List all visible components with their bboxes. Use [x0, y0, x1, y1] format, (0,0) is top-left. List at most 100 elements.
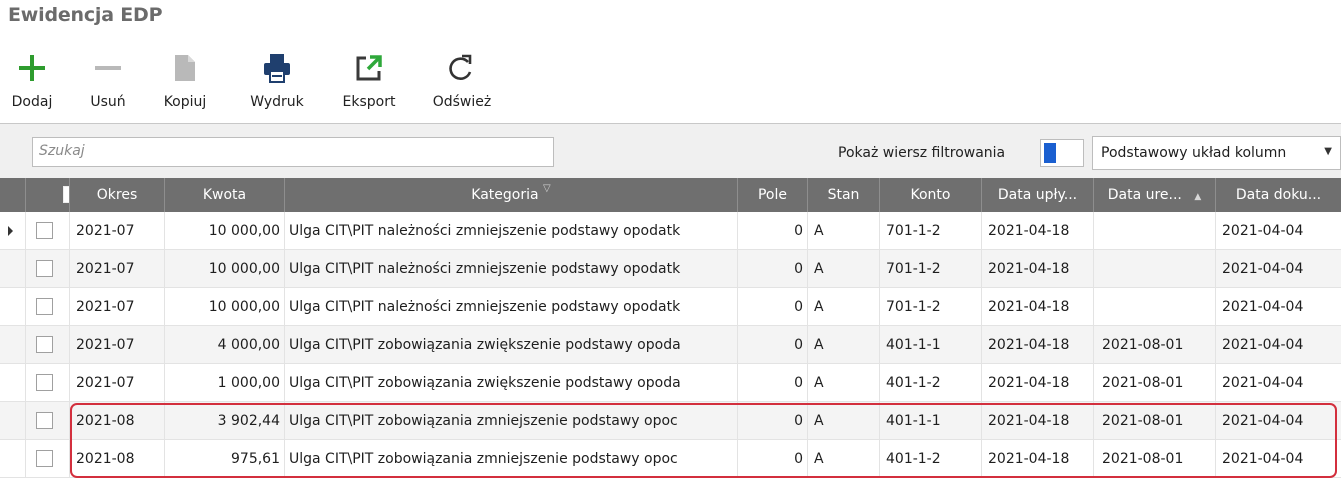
col-data-doku[interactable]: Data doku...: [1216, 178, 1341, 212]
cell-kwota[interactable]: 975,61: [165, 440, 285, 478]
col-stan[interactable]: Stan: [808, 178, 880, 212]
filter-row-toggle[interactable]: [1040, 139, 1084, 167]
delete-button[interactable]: Usuń: [88, 46, 128, 120]
row-checkbox[interactable]: [36, 222, 53, 239]
table-row[interactable]: 2021-08 3 902,44 Ulga CIT\PIT zobowiązania…: [0, 402, 1341, 440]
cell-data-uply[interactable]: 2021-04-18: [982, 440, 1094, 478]
table-row[interactable]: 2021-07 10 000,00 Ulga CIT\PIT należności …: [0, 212, 1341, 250]
cell-data-doku[interactable]: 2021-04-04: [1216, 440, 1341, 478]
cell-stan[interactable]: A: [808, 212, 880, 250]
cell-data-ure[interactable]: 2021-08-01: [1094, 402, 1216, 440]
table-row[interactable]: 2021-07 1 000,00 Ulga CIT\PIT zobowiązania…: [0, 364, 1341, 402]
table-row[interactable]: 2021-07 10 000,00 Ulga CIT\PIT należności …: [0, 288, 1341, 326]
cell-stan[interactable]: A: [808, 440, 880, 478]
cell-kwota[interactable]: 10 000,00: [165, 288, 285, 326]
cell-data-uply[interactable]: 2021-04-18: [982, 212, 1094, 250]
row-checkbox[interactable]: [36, 374, 53, 391]
cell-pole[interactable]: 0: [738, 250, 808, 288]
cell-stan[interactable]: A: [808, 288, 880, 326]
cell-pole[interactable]: 0: [738, 212, 808, 250]
cell-data-doku[interactable]: 2021-04-04: [1216, 402, 1341, 440]
cell-kategoria[interactable]: Ulga CIT\PIT zobowiązania zwiększenie po…: [285, 326, 738, 364]
cell-konto[interactable]: 401-1-1: [880, 402, 982, 440]
cell-okres[interactable]: 2021-08: [70, 402, 165, 440]
table-row[interactable]: 2021-07 10 000,00 Ulga CIT\PIT należności …: [0, 250, 1341, 288]
cell-kwota[interactable]: 3 902,44: [165, 402, 285, 440]
cell-stan[interactable]: A: [808, 402, 880, 440]
export-button[interactable]: Eksport: [336, 46, 402, 120]
cell-konto[interactable]: 401-1-1: [880, 326, 982, 364]
cell-data-doku[interactable]: 2021-04-04: [1216, 250, 1341, 288]
cell-data-doku[interactable]: 2021-04-04: [1216, 212, 1341, 250]
cell-konto[interactable]: 701-1-2: [880, 288, 982, 326]
cell-data-uply[interactable]: 2021-04-18: [982, 288, 1094, 326]
cell-data-uply[interactable]: 2021-04-18: [982, 250, 1094, 288]
col-kwota[interactable]: Kwota: [165, 178, 285, 212]
filter-row-label: Pokaż wiersz filtrowania: [838, 145, 1006, 161]
col-kategoria[interactable]: Kategoria ▽: [285, 178, 738, 212]
cell-stan[interactable]: A: [808, 364, 880, 402]
select-all-header[interactable]: [26, 178, 70, 212]
cell-data-uply[interactable]: 2021-04-18: [982, 326, 1094, 364]
cell-stan[interactable]: A: [808, 250, 880, 288]
cell-okres[interactable]: 2021-07: [70, 326, 165, 364]
cell-kwota[interactable]: 1 000,00: [165, 364, 285, 402]
cell-kwota[interactable]: 4 000,00: [165, 326, 285, 364]
row-checkbox[interactable]: [36, 298, 53, 315]
cell-data-doku[interactable]: 2021-04-04: [1216, 364, 1341, 402]
cell-okres[interactable]: 2021-07: [70, 212, 165, 250]
col-kategoria-label: Kategoria: [471, 187, 539, 203]
select-all-checkbox[interactable]: [63, 186, 69, 203]
row-checkbox[interactable]: [36, 336, 53, 353]
cell-data-uply[interactable]: 2021-04-18: [982, 364, 1094, 402]
cell-kategoria[interactable]: Ulga CIT\PIT należności zmniejszenie pod…: [285, 250, 738, 288]
cell-okres[interactable]: 2021-07: [70, 288, 165, 326]
cell-pole[interactable]: 0: [738, 288, 808, 326]
row-checkbox[interactable]: [36, 412, 53, 429]
print-button[interactable]: Wydruk: [244, 46, 310, 120]
cell-data-doku[interactable]: 2021-04-04: [1216, 288, 1341, 326]
cell-data-ure[interactable]: [1094, 288, 1216, 326]
col-okres[interactable]: Okres: [70, 178, 165, 212]
cell-data-ure[interactable]: [1094, 250, 1216, 288]
cell-okres[interactable]: 2021-07: [70, 364, 165, 402]
row-checkbox[interactable]: [36, 260, 53, 277]
col-konto[interactable]: Konto: [880, 178, 982, 212]
cell-pole[interactable]: 0: [738, 440, 808, 478]
cell-data-ure[interactable]: 2021-08-01: [1094, 364, 1216, 402]
cell-konto[interactable]: 401-1-2: [880, 364, 982, 402]
cell-data-ure[interactable]: 2021-08-01: [1094, 440, 1216, 478]
cell-okres[interactable]: 2021-08: [70, 440, 165, 478]
cell-kategoria[interactable]: Ulga CIT\PIT należności zmniejszenie pod…: [285, 288, 738, 326]
cell-okres[interactable]: 2021-07: [70, 250, 165, 288]
table-row[interactable]: 2021-07 4 000,00 Ulga CIT\PIT zobowiązania…: [0, 326, 1341, 364]
cell-pole[interactable]: 0: [738, 402, 808, 440]
col-data-uply[interactable]: Data upły...: [982, 178, 1094, 212]
search-input[interactable]: Szukaj: [32, 137, 554, 167]
cell-data-ure[interactable]: 2021-08-01: [1094, 326, 1216, 364]
col-pole[interactable]: Pole: [738, 178, 808, 212]
row-checkbox[interactable]: [36, 450, 53, 467]
cell-kategoria[interactable]: Ulga CIT\PIT zobowiązania zwiększenie po…: [285, 364, 738, 402]
cell-konto[interactable]: 701-1-2: [880, 250, 982, 288]
cell-data-ure[interactable]: [1094, 212, 1216, 250]
copy-button[interactable]: Kopiuj: [162, 46, 208, 120]
cell-kategoria[interactable]: Ulga CIT\PIT zobowiązania zmniejszenie p…: [285, 440, 738, 478]
cell-kategoria[interactable]: Ulga CIT\PIT należności zmniejszenie pod…: [285, 212, 738, 250]
cell-kwota[interactable]: 10 000,00: [165, 212, 285, 250]
cell-pole[interactable]: 0: [738, 326, 808, 364]
cell-data-uply[interactable]: 2021-04-18: [982, 402, 1094, 440]
refresh-button[interactable]: Odśwież: [426, 46, 498, 120]
cell-pole[interactable]: 0: [738, 364, 808, 402]
table-row[interactable]: 2021-08 975,61 Ulga CIT\PIT zobowiązania z…: [0, 440, 1341, 478]
cell-data-doku[interactable]: 2021-04-04: [1216, 326, 1341, 364]
filter-icon[interactable]: ▽: [543, 183, 551, 194]
column-layout-select[interactable]: Podstawowy układ kolumn ▼: [1092, 136, 1341, 170]
add-button[interactable]: Dodaj: [12, 46, 52, 120]
cell-konto[interactable]: 701-1-2: [880, 212, 982, 250]
cell-konto[interactable]: 401-1-2: [880, 440, 982, 478]
cell-kategoria[interactable]: Ulga CIT\PIT zobowiązania zmniejszenie p…: [285, 402, 738, 440]
cell-kwota[interactable]: 10 000,00: [165, 250, 285, 288]
col-data-ure[interactable]: Data ure... ▲: [1094, 178, 1216, 212]
cell-stan[interactable]: A: [808, 326, 880, 364]
